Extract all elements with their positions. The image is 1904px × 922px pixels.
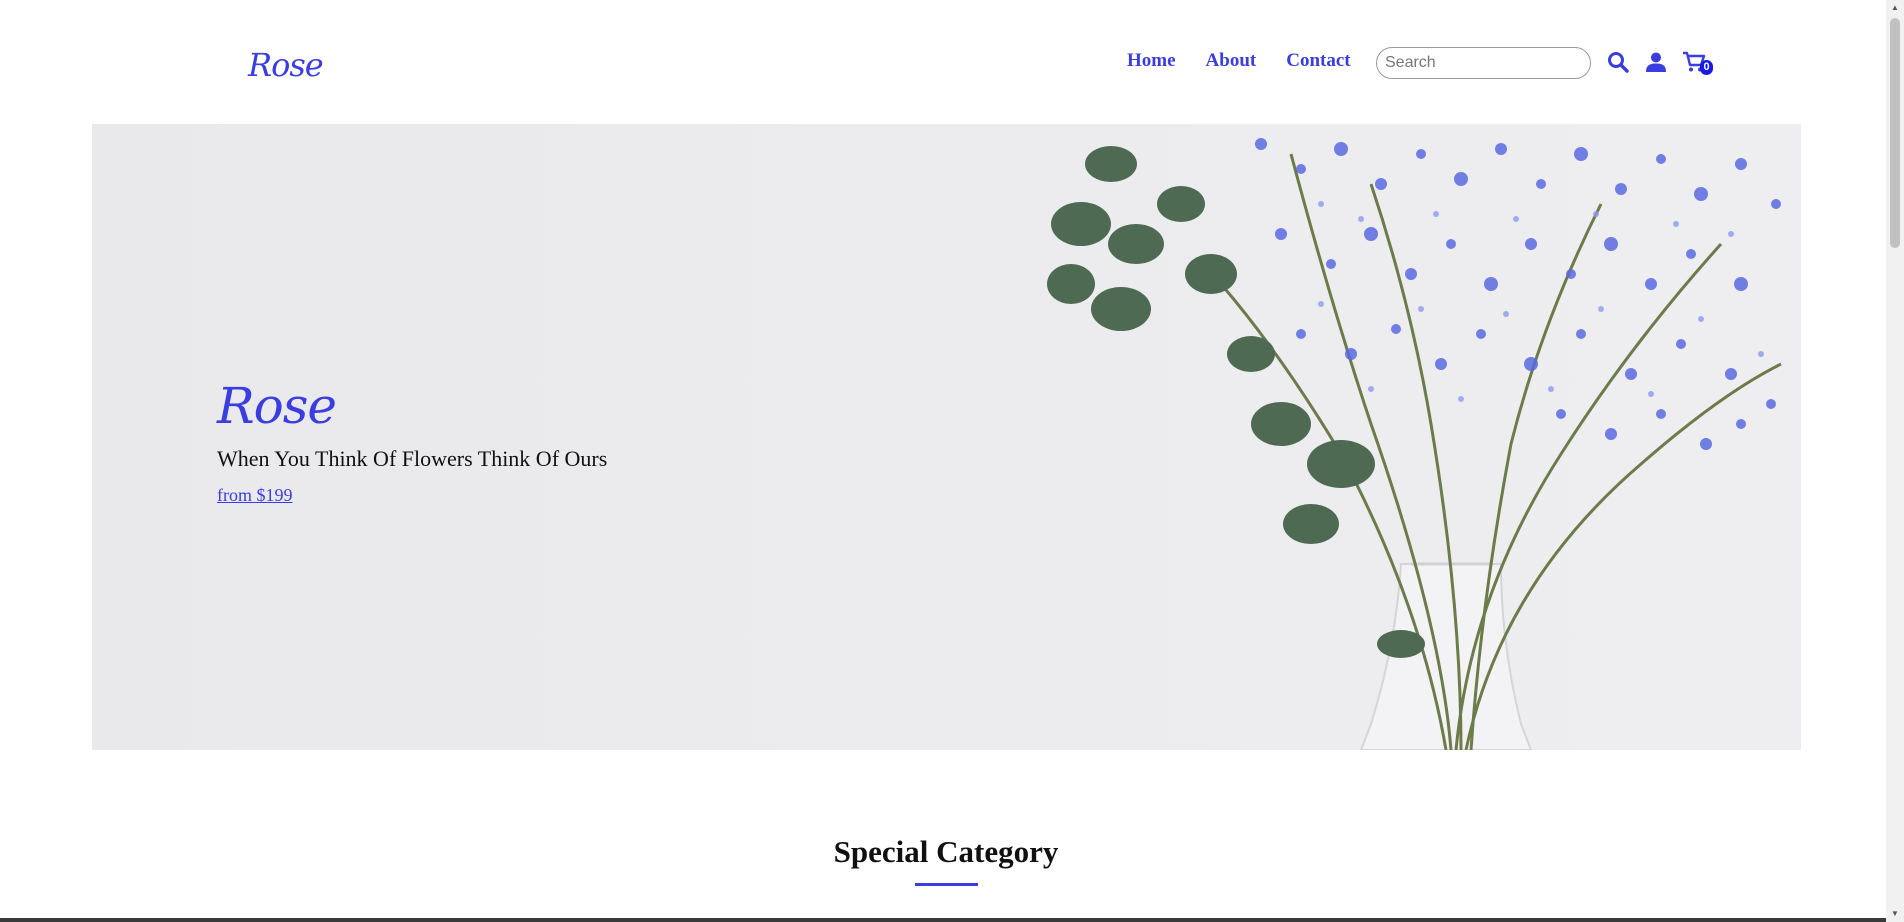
cart-count-badge: 0 (1700, 60, 1713, 75)
hero-banner: Rose When You Think Of Flowers Think Of … (92, 124, 1801, 750)
nav-home-link[interactable]: Home (1127, 50, 1176, 72)
nav-about-link[interactable]: About (1206, 50, 1257, 72)
section-title-underline (915, 883, 978, 886)
search-input[interactable] (1376, 47, 1591, 79)
hero-subtitle: When You Think Of Flowers Think Of Ours (217, 446, 608, 471)
section-title: Special Category (833, 834, 1059, 869)
user-icon[interactable] (1643, 49, 1669, 75)
nav-contact-link[interactable]: Contact (1286, 50, 1350, 72)
scroll-down-arrow-icon[interactable]: ▼ (1891, 910, 1899, 918)
site-logo[interactable]: Rose (248, 46, 324, 84)
hero-price-link[interactable]: from $199 (217, 485, 293, 506)
scrollbar-thumb[interactable] (1890, 18, 1900, 248)
page-scrollbar[interactable]: ▲ ▼ (1886, 0, 1904, 922)
main-nav: Home About Contact (1127, 50, 1351, 72)
next-section-edge (0, 918, 1886, 922)
scroll-up-arrow-icon[interactable]: ▲ (1891, 4, 1899, 12)
hero-title: Rose (217, 377, 337, 435)
flower-bouquet-image (1047, 138, 1782, 750)
search-icon[interactable] (1605, 49, 1631, 75)
header: Rose Home About Contact 0 (0, 0, 1886, 124)
